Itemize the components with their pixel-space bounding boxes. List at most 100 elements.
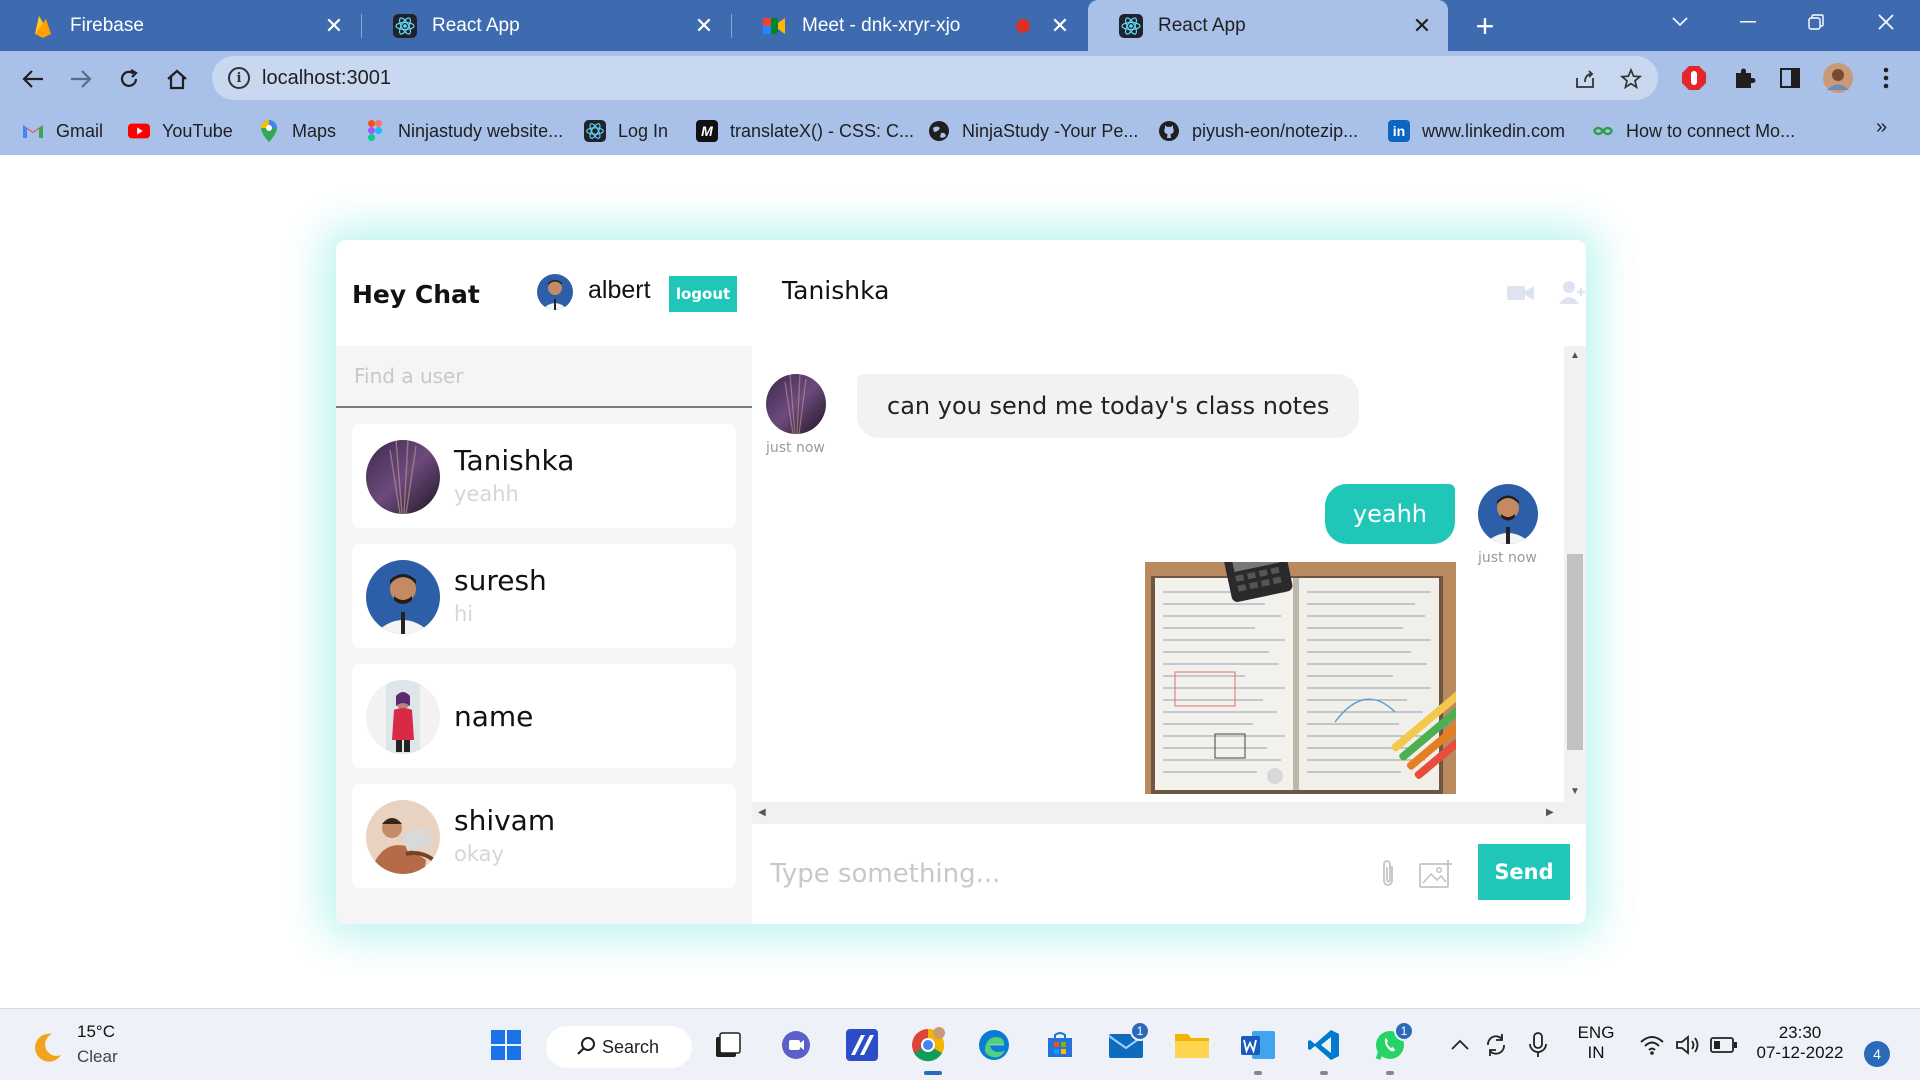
bookmarks-overflow-icon[interactable]: »: [1876, 116, 1887, 139]
word-icon[interactable]: [1238, 1025, 1278, 1065]
windows-start-icon[interactable]: [486, 1025, 526, 1065]
logout-button[interactable]: logout: [669, 276, 737, 312]
weather-temperature[interactable]: 15°C: [77, 1022, 115, 1042]
new-tab-button[interactable]: +: [1467, 8, 1503, 44]
bookmark-maps[interactable]: Maps: [258, 118, 336, 144]
bookmark-log-in[interactable]: Log In: [584, 118, 668, 144]
microphone-icon[interactable]: [1518, 1025, 1558, 1065]
app-brand: Hey Chat: [352, 280, 480, 309]
bookmark-translatex[interactable]: M translateX() - CSS: C...: [696, 118, 914, 144]
user-avatar: [366, 440, 440, 514]
close-icon[interactable]: ✕: [1048, 13, 1072, 38]
scroll-up-icon[interactable]: ▲: [1570, 350, 1580, 361]
adblock-extension-icon[interactable]: [1678, 62, 1710, 94]
bookmark-youtube[interactable]: YouTube: [128, 118, 233, 144]
reload-icon[interactable]: [112, 62, 146, 96]
tab-react-app[interactable]: React App ✕: [362, 0, 730, 51]
scrollbar-thumb[interactable]: [1567, 554, 1583, 750]
globe-icon: [928, 120, 950, 142]
tab-search-chevron-icon[interactable]: [1652, 0, 1708, 44]
find-user-input[interactable]: [336, 346, 752, 408]
minimize-icon[interactable]: [1720, 0, 1776, 44]
restore-icon[interactable]: [1788, 0, 1844, 44]
site-info-icon[interactable]: i: [228, 67, 250, 89]
bookmark-ninjastudy[interactable]: NinjaStudy -Your Pe...: [928, 118, 1138, 144]
address-bar[interactable]: i localhost:3001: [212, 56, 1658, 100]
language-indicator[interactable]: ENG IN: [1572, 1023, 1620, 1063]
tab-react-app-active[interactable]: React App ✕: [1088, 0, 1448, 51]
wifi-icon[interactable]: [1632, 1025, 1672, 1065]
forward-icon[interactable]: [64, 62, 98, 96]
message-input[interactable]: [752, 824, 1352, 924]
message-time: just now: [1478, 550, 1537, 566]
bookmark-github[interactable]: piyush-eon/notezip...: [1158, 118, 1358, 144]
share-icon[interactable]: [1570, 64, 1600, 94]
close-icon[interactable]: ✕: [322, 13, 346, 38]
edge-icon[interactable]: [974, 1025, 1014, 1065]
scroll-down-icon[interactable]: ▼: [1570, 786, 1580, 797]
home-icon[interactable]: [160, 62, 194, 96]
search-icon: [576, 1036, 596, 1061]
add-image-icon[interactable]: [1418, 856, 1454, 892]
url-text[interactable]: localhost:3001: [262, 67, 391, 90]
sync-icon[interactable]: [1476, 1025, 1516, 1065]
add-user-icon[interactable]: [1558, 278, 1586, 308]
video-call-icon[interactable]: [1506, 278, 1536, 308]
scroll-right-icon[interactable]: ▶: [1546, 807, 1554, 818]
bookmark-label: www.linkedin.com: [1422, 120, 1566, 141]
youtube-icon: [128, 120, 150, 142]
file-explorer-icon[interactable]: [1172, 1025, 1212, 1065]
user-item-shivam[interactable]: shivam okay: [352, 784, 736, 888]
clock[interactable]: 23:30 07-12-2022: [1748, 1023, 1852, 1063]
weather-moon-icon[interactable]: [30, 1031, 64, 1065]
bookmark-linkedin[interactable]: in www.linkedin.com: [1388, 118, 1565, 144]
messages-pane[interactable]: just now can you send me today's class n…: [752, 346, 1586, 824]
teams-chat-icon[interactable]: [776, 1025, 816, 1065]
tab-meet[interactable]: Meet - dnk-xryr-xjo ✕: [732, 0, 1086, 51]
bookmark-ninjastudy-figma[interactable]: Ninjastudy website...: [364, 118, 563, 144]
user-avatar: [366, 680, 440, 754]
battery-icon[interactable]: [1704, 1025, 1744, 1065]
horizontal-scrollbar[interactable]: ◀ ▶: [752, 802, 1586, 824]
tab-title: React App: [1158, 14, 1246, 36]
send-button[interactable]: Send: [1478, 844, 1570, 900]
bookmark-star-icon[interactable]: [1616, 64, 1646, 94]
extensions-puzzle-icon[interactable]: [1728, 62, 1760, 94]
user-item-name[interactable]: name: [352, 664, 736, 768]
bookmark-how-to-connect[interactable]: How to connect Mo...: [1592, 118, 1795, 144]
tab-firebase[interactable]: Firebase ✕: [0, 0, 360, 51]
app-launcher-icon[interactable]: [842, 1025, 882, 1065]
browser-menu-icon[interactable]: [1870, 62, 1902, 94]
user-item-suresh[interactable]: suresh hi: [352, 544, 736, 648]
clock-time: 23:30: [1778, 1023, 1822, 1042]
tray-overflow-chevron-icon[interactable]: [1440, 1025, 1480, 1065]
scroll-left-icon[interactable]: ◀: [758, 807, 766, 818]
notification-count-badge[interactable]: 4: [1864, 1041, 1890, 1067]
profile-avatar[interactable]: [1822, 62, 1854, 94]
microsoft-store-icon[interactable]: [1040, 1025, 1080, 1065]
vertical-scrollbar[interactable]: ▲ ▼: [1564, 346, 1586, 802]
weather-condition[interactable]: Clear: [77, 1047, 118, 1067]
close-icon[interactable]: ✕: [692, 13, 716, 38]
sidebar: Hey Chat albert logout Tanishka yeahh su…: [336, 240, 752, 924]
recording-icon: [1016, 18, 1030, 33]
chrome-icon[interactable]: [908, 1025, 948, 1065]
task-view-icon[interactable]: [708, 1025, 748, 1065]
attachment-icon[interactable]: [1370, 856, 1406, 892]
side-panel-icon[interactable]: [1774, 62, 1806, 94]
user-item-tanishka[interactable]: Tanishka yeahh: [352, 424, 736, 528]
bookmark-gmail[interactable]: Gmail: [22, 118, 103, 144]
figma-icon: [364, 120, 386, 142]
whatsapp-badge: 1: [1394, 1021, 1414, 1041]
shared-notes-image[interactable]: [1145, 562, 1456, 794]
maps-icon: [258, 120, 280, 142]
message-time: just now: [766, 440, 825, 456]
volume-icon[interactable]: [1668, 1025, 1708, 1065]
window-close-icon[interactable]: [1858, 0, 1914, 44]
vscode-icon[interactable]: [1304, 1025, 1344, 1065]
taskbar-search[interactable]: Search: [546, 1026, 692, 1068]
back-icon[interactable]: [16, 62, 50, 96]
close-icon[interactable]: ✕: [1410, 13, 1434, 38]
bookmark-label: Maps: [292, 120, 337, 141]
message-composer: Send: [752, 824, 1586, 924]
